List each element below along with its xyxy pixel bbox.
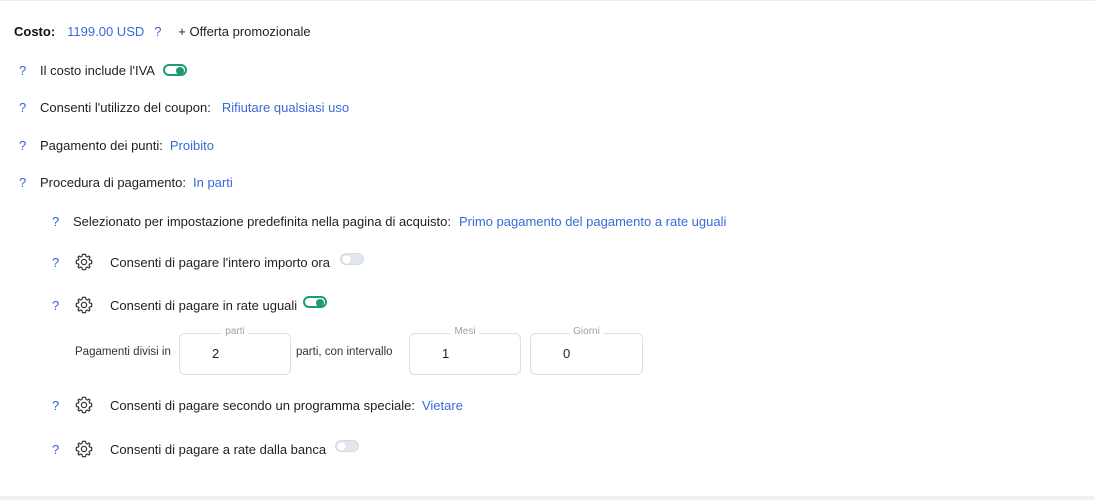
procedure-value-link[interactable]: In parti xyxy=(193,175,233,190)
gear-icon[interactable] xyxy=(74,439,94,459)
default-selection-value-link[interactable]: Primo pagamento del pagamento a rate ugu… xyxy=(459,214,726,229)
equal-installments-row: ? Consenti di pagare in rate uguali xyxy=(52,295,328,315)
toggle-knob xyxy=(337,442,347,451)
months-field-label: Mesi xyxy=(450,326,480,337)
full-amount-toggle[interactable] xyxy=(340,253,364,265)
special-program-row: ? Consenti di pagare secondo un programm… xyxy=(52,395,463,415)
default-selection-help-icon[interactable]: ? xyxy=(52,214,64,229)
coupon-value-link[interactable]: Rifiutare qualsiasi uso xyxy=(222,100,349,115)
days-input[interactable] xyxy=(561,345,625,362)
points-help-icon[interactable]: ? xyxy=(19,138,31,153)
gear-icon[interactable] xyxy=(74,395,94,415)
coupon-label: Consenti l'utilizzo del coupon: xyxy=(40,99,211,115)
default-selection-row: ? Selezionato per impostazione predefini… xyxy=(52,211,726,231)
toggle-knob xyxy=(316,299,325,307)
promo-offer-button[interactable]: + Offerta promozionale xyxy=(178,24,310,39)
procedure-row: ? Procedura di pagamento: In parti xyxy=(19,172,233,192)
months-input[interactable] xyxy=(440,345,504,362)
equal-installments-help-icon[interactable]: ? xyxy=(52,298,64,313)
coupon-help-icon[interactable]: ? xyxy=(19,100,31,115)
special-program-help-icon[interactable]: ? xyxy=(52,398,64,413)
cost-help-icon[interactable]: ? xyxy=(154,24,166,39)
bank-installments-toggle[interactable] xyxy=(335,440,360,452)
cost-value-link[interactable]: 1199.00 USD xyxy=(67,24,144,39)
parts-field: parti xyxy=(179,326,291,375)
cost-row: Costo: 1199.00 USD ? + Offerta promozion… xyxy=(14,21,311,41)
days-field: Giorni xyxy=(530,326,643,375)
coupon-row: ? Consenti l'utilizzo del coupon: Rifiut… xyxy=(19,97,349,117)
installment-prefix-text: Pagamenti divisi in xyxy=(75,346,171,358)
vat-label: Il costo include l'IVA xyxy=(40,62,155,78)
vat-toggle[interactable] xyxy=(162,64,187,76)
vat-row: ? Il costo include l'IVA xyxy=(19,60,187,80)
equal-installments-toggle[interactable] xyxy=(303,296,328,308)
special-program-value-link[interactable]: Vietare xyxy=(422,398,463,413)
parts-field-label: parti xyxy=(221,326,249,337)
toggle-knob xyxy=(342,255,351,264)
top-divider xyxy=(0,0,1095,1)
bank-installments-label: Consenti di pagare a rate dalla banca xyxy=(110,441,327,457)
gear-icon[interactable] xyxy=(74,252,94,272)
days-field-label: Giorni xyxy=(569,326,604,337)
gear-icon[interactable] xyxy=(74,295,94,315)
procedure-help-icon[interactable]: ? xyxy=(19,175,31,190)
months-field: Mesi xyxy=(409,326,521,375)
installment-interval-text: parti, con intervallo xyxy=(296,346,393,358)
cost-label: Costo: xyxy=(14,23,56,39)
full-amount-row: ? Consenti di pagare l'intero importo or… xyxy=(52,252,364,272)
vat-help-icon[interactable]: ? xyxy=(19,63,31,78)
points-label: Pagamento dei punti: xyxy=(40,137,163,153)
bottom-divider xyxy=(0,496,1095,500)
bank-installments-help-icon[interactable]: ? xyxy=(52,442,64,457)
parts-input[interactable] xyxy=(210,345,274,362)
default-selection-label: Selezionato per impostazione predefinita… xyxy=(73,213,451,229)
full-amount-help-icon[interactable]: ? xyxy=(52,255,64,270)
equal-installments-label: Consenti di pagare in rate uguali xyxy=(110,297,298,313)
full-amount-label: Consenti di pagare l'intero importo ora xyxy=(110,254,330,270)
special-program-label: Consenti di pagare secondo un programma … xyxy=(110,397,415,413)
points-row: ? Pagamento dei punti: Proibito xyxy=(19,135,214,155)
points-value-link[interactable]: Proibito xyxy=(170,138,214,153)
toggle-knob xyxy=(175,67,184,75)
procedure-label: Procedura di pagamento: xyxy=(40,174,186,190)
bank-installments-row: ? Consenti di pagare a rate dalla banca xyxy=(52,439,360,459)
